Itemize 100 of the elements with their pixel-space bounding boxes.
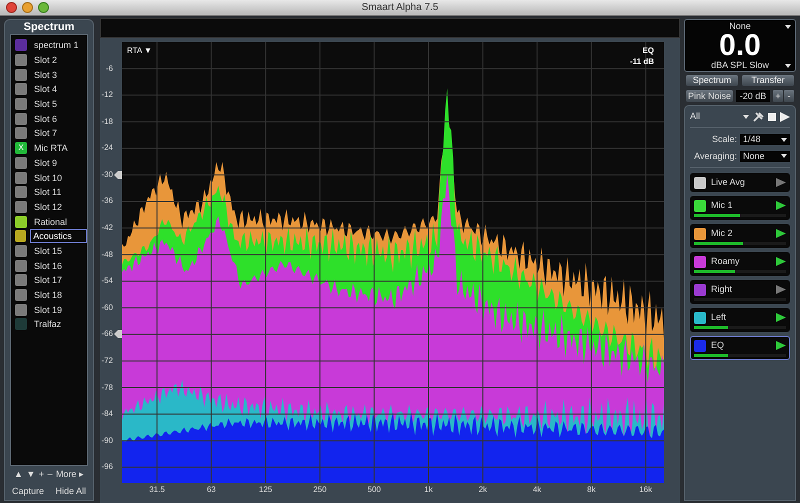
slot-name[interactable]: Slot 10 [31,172,66,184]
slot-name[interactable]: Slot 9 [31,156,60,169]
group-selector[interactable]: All [690,110,700,124]
slot-swatch[interactable] [15,39,27,52]
generator-button[interactable]: Pink Noise [686,90,734,102]
slot-swatch[interactable] [15,318,27,330]
measurement-swatch[interactable] [694,256,706,268]
panel-title: Spectrum [22,20,76,34]
averaging-label: Averaging: [693,150,737,163]
slot-name[interactable]: Slot 19 [31,304,66,316]
slot-name[interactable]: Slot 18 [31,289,66,302]
measurement-swatch[interactable] [694,176,706,188]
x-axis-label: 31.5 [148,486,166,494]
trace-level: -11 dB [630,56,654,68]
gain-step-button[interactable]: + [773,90,783,102]
caret-icon [785,25,791,29]
close-button[interactable] [6,2,17,13]
slot-swatch[interactable] [15,230,26,242]
mode-button[interactable]: Spectrum [686,75,738,86]
slot-swatch[interactable] [15,98,27,110]
slot-swatch[interactable] [15,289,27,302]
slot-name[interactable]: Slot 6 [31,112,60,125]
meter-unit[interactable]: dBA SPL Slow [711,60,769,71]
slot-name[interactable]: Slot 4 [31,83,60,96]
slot-name[interactable]: Slot 7 [31,127,60,140]
slot-name[interactable]: Slot 17 [31,274,66,286]
panel-button[interactable]: Capture [12,484,44,498]
slot-swatch[interactable] [15,260,27,272]
generator-gain: -20 dB [736,90,770,102]
caret-icon [781,138,787,142]
slot-swatch[interactable] [15,54,27,66]
x-axis-label: 500 [366,486,382,494]
scale-dropdown[interactable]: 1/48 [740,134,790,146]
slot-swatch[interactable] [15,244,27,257]
meter-source[interactable]: None [729,21,751,32]
y-axis-label: -78 [101,384,113,392]
x-axis-label: 4k [532,486,542,494]
y-axis-label: -18 [101,118,113,126]
mode-button[interactable]: Transfer [742,75,794,86]
measurement-swatch[interactable] [694,200,706,212]
measurement-row[interactable]: EQ [690,336,790,360]
slot-name[interactable]: spectrum 1 [31,39,82,52]
slot-swatch[interactable] [15,200,27,213]
slot-name[interactable]: Slot 15 [31,244,66,257]
measurement-row[interactable]: Mic 2 [690,224,790,248]
slot-name[interactable]: Acoustics [30,229,87,244]
slot-name[interactable]: Slot 2 [31,54,60,66]
play-icon[interactable] [776,229,786,238]
averaging-dropdown[interactable]: None [740,150,790,162]
slot-swatch[interactable] [15,112,27,125]
list-control[interactable]: ▲ [14,468,23,482]
y-axis-label: -36 [101,197,113,206]
slot-name[interactable]: Tralfaz [31,318,64,330]
measurement-row[interactable]: Left [690,308,790,332]
slot-swatch[interactable] [15,172,27,184]
slot-name[interactable]: Rational [31,216,70,228]
x-axis-label: 63 [206,486,217,494]
play-icon[interactable] [776,341,786,350]
slot-name[interactable]: Slot 16 [31,260,66,272]
minimize-button[interactable] [22,2,33,13]
zoom-button[interactable] [38,2,49,13]
measurement-swatch[interactable] [694,312,706,324]
slot-swatch[interactable] [15,304,27,316]
list-control[interactable]: – [47,468,52,482]
tools-icon[interactable] [753,112,764,122]
slot-swatch[interactable] [15,156,27,169]
play-icon[interactable] [776,178,786,187]
y-axis-label: -90 [101,436,113,445]
measurement-swatch[interactable] [694,340,706,352]
gain-step-button[interactable]: - [784,90,794,102]
play-icon[interactable] [776,285,786,294]
slot-swatch[interactable] [15,83,27,96]
measurement-swatch[interactable] [694,284,706,296]
play-icon[interactable] [776,201,786,210]
panel-button[interactable]: Hide All [55,484,86,498]
list-control[interactable]: + [38,468,44,482]
list-control[interactable]: ▼ [26,468,36,482]
measurement-row[interactable]: Roamy [690,252,790,276]
slot-swatch[interactable] [15,274,27,286]
play-icon[interactable] [780,112,790,122]
slot-name[interactable]: Slot 12 [31,200,66,213]
list-control[interactable]: More ▸ [56,468,84,482]
mode-selector[interactable]: RTA ▼ [127,45,152,57]
slot-name[interactable]: Mic RTA [31,142,71,154]
slot-name[interactable]: Slot 3 [31,68,60,81]
measurement-row[interactable]: Right [690,280,790,304]
measurement-name: EQ [711,338,724,352]
slot-swatch[interactable] [15,68,27,81]
x-axis-label: 8k [586,486,597,494]
slot-name[interactable]: Slot 11 [31,186,64,198]
play-icon[interactable] [776,313,786,322]
slot-name[interactable]: Slot 5 [31,98,60,110]
slot-swatch[interactable] [15,186,27,198]
caret-icon [743,115,749,119]
measurement-swatch[interactable] [694,228,706,240]
slot-swatch[interactable] [15,127,27,140]
measurement-row[interactable]: Live Avg [690,173,790,192]
play-icon[interactable] [776,257,786,266]
slot-swatch[interactable] [15,216,27,228]
measurement-row[interactable]: Mic 1 [690,196,790,220]
